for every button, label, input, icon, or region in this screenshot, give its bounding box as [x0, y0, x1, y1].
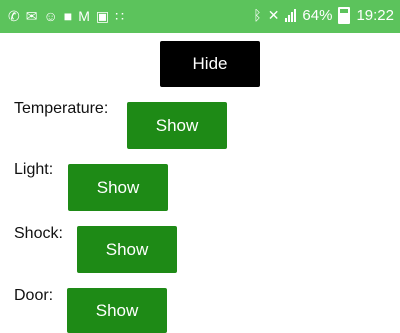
notification-icon: ☺ — [43, 8, 58, 24]
hide-button[interactable]: Hide — [160, 41, 260, 87]
signal-icon — [285, 8, 297, 22]
shock-show-button[interactable]: Show — [77, 226, 177, 273]
door-label: Door: — [14, 287, 54, 304]
bag-icon: ■ — [63, 8, 73, 24]
battery-icon — [338, 6, 351, 24]
light-show-button[interactable]: Show — [68, 164, 168, 211]
status-bar-notifications: ✆ ✉ ☺ ■ M ▣ ∷ — [8, 7, 124, 25]
temperature-label: Temperature: — [14, 100, 109, 117]
status-bar: ✆ ✉ ☺ ■ M ▣ ∷ ᛒ ✕ 64% 19:22 — [0, 0, 400, 33]
gmail-icon: M — [78, 8, 90, 24]
mute-icon: ✕ — [267, 7, 280, 23]
status-bar-system: ᛒ ✕ 64% 19:22 — [253, 6, 394, 24]
clock: 19:22 — [356, 6, 394, 24]
shock-label: Shock: — [14, 225, 63, 242]
battery-percent: 64% — [302, 6, 333, 24]
temperature-show-button[interactable]: Show — [127, 102, 227, 149]
bluetooth-icon: ᛒ — [253, 7, 262, 23]
light-label: Light: — [14, 161, 54, 178]
image-icon: ▣ — [95, 8, 110, 24]
door-show-button[interactable]: Show — [67, 288, 167, 333]
phone-icon: ✆ — [8, 8, 20, 24]
apps-icon: ∷ — [115, 8, 125, 24]
message-icon: ✉ — [25, 8, 38, 24]
